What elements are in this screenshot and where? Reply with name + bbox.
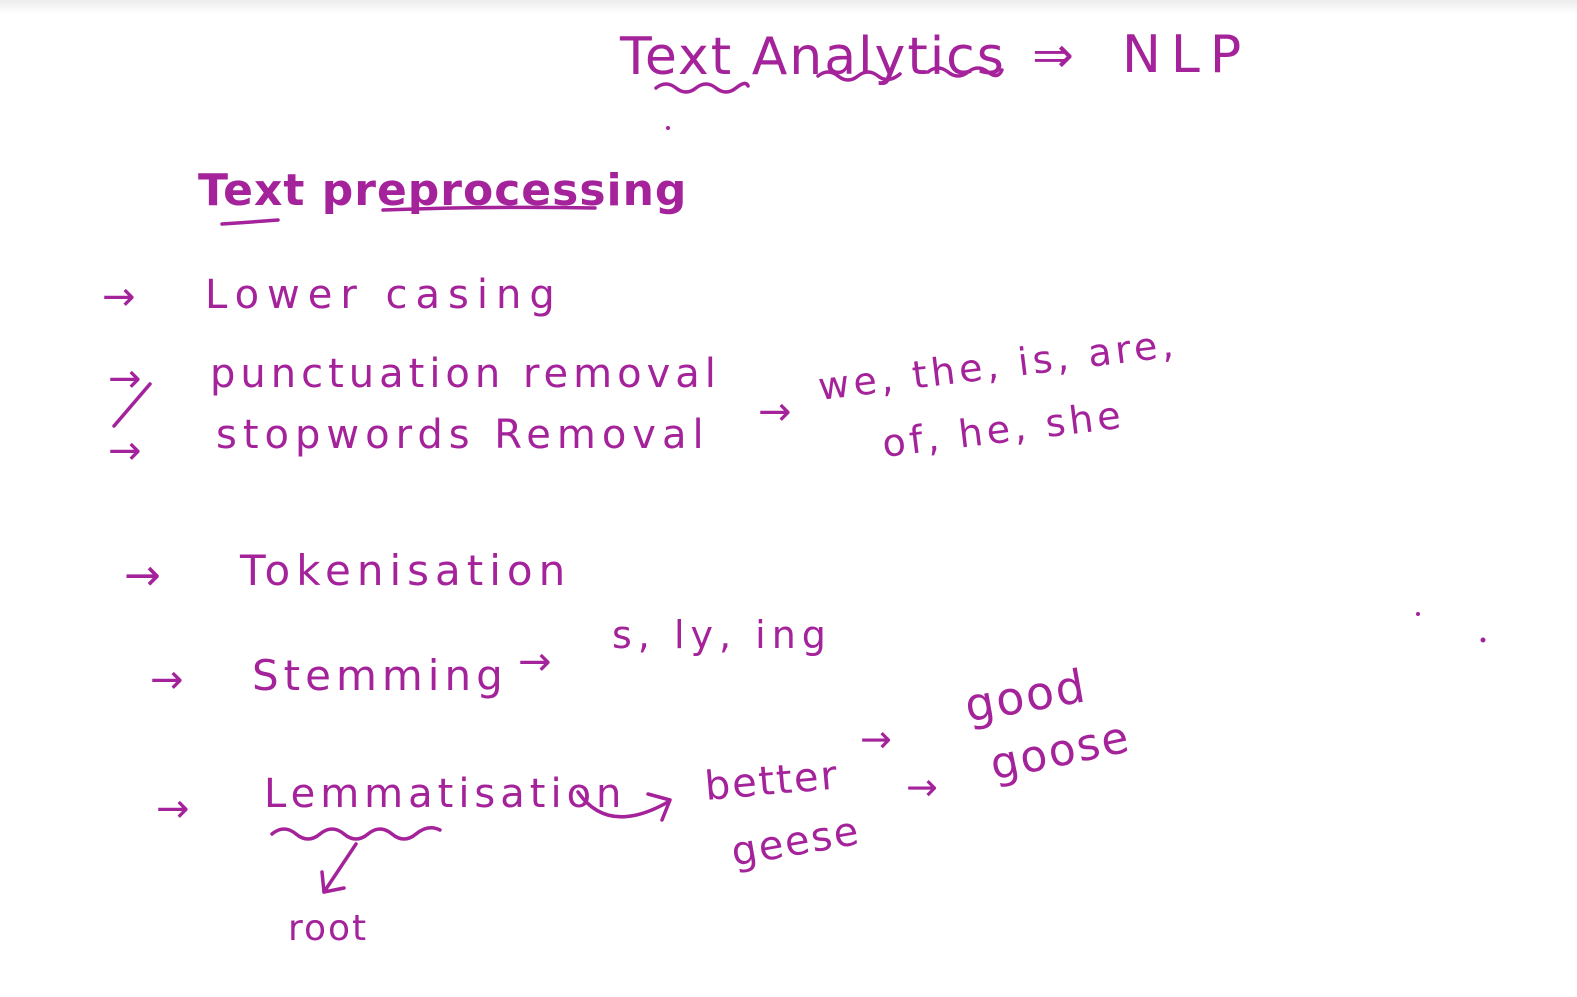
lemma-example-better: better [703,752,841,810]
stopwords-examples-line2: of, he, she [880,393,1127,466]
stopwords-examples-line1: we, the, is, are, [816,321,1180,409]
bullet-arrow-icon: → [108,428,142,474]
step-lemmatisation: Lemmatisation [264,771,626,817]
title-nlp: NLP [1122,25,1251,85]
bullet-arrow-icon: → [150,657,184,703]
lemma-example-good: good [961,658,1091,732]
stopwords-arrow-icon: → [758,389,792,435]
root-arrow-shaft [322,842,358,894]
step-lower-casing: Lower casing [205,272,563,318]
bullet-arrow-icon: → [102,274,136,320]
stray-dot [1416,612,1420,616]
stray-dot [666,126,670,130]
title-arrow: ⇒ [1032,26,1074,84]
root-arrow-head [320,870,346,894]
step-stemming: Stemming [252,651,508,700]
heading-text-underline [220,218,280,226]
bullet-arrow-icon: → [156,786,190,832]
stemming-arrow-icon: → [518,639,552,685]
step-punctuation-removal: punctuation removal [210,351,721,397]
stray-dot [1480,637,1486,643]
step-tokenisation: Tokenisation [239,546,571,595]
bullet-arrow-icon: → [124,550,161,601]
title-text-analytics: Text Analytics [619,27,1006,87]
step-stopwords-removal: stopwords Removal [216,412,710,458]
lemmatisation-root-label: root [288,908,368,949]
lemma-example-geese: geese [728,808,864,876]
stemming-suffixes: s, ly, ing [612,613,832,657]
lemmatisation-squiggle [270,826,442,841]
whiteboard-canvas: Text Analytics ⇒ NLP Text preprocessing … [102,25,1486,949]
lemma-arrow-icon: → [860,717,892,761]
bullet-arrow-icon: → [108,356,142,402]
lemma-arrow-icon: → [906,765,938,809]
